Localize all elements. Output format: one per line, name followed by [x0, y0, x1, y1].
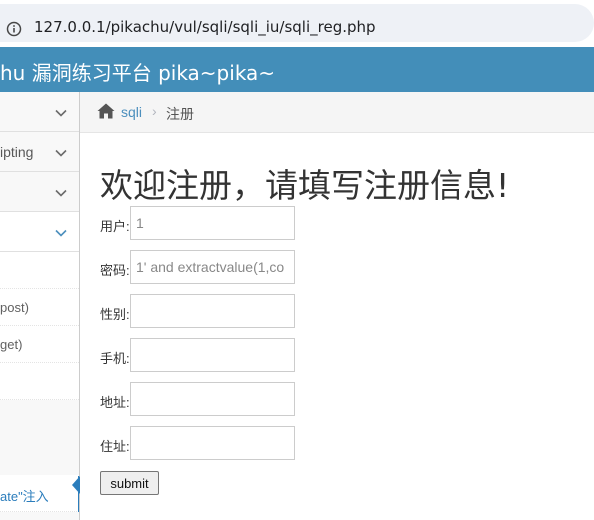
residence-input[interactable] [130, 426, 295, 460]
chevron-down-icon [55, 149, 67, 157]
breadcrumb: sqli › 注册 [80, 92, 594, 133]
chevron-down-icon [55, 229, 67, 237]
sidebar-subitem[interactable] [0, 363, 79, 400]
home-icon[interactable] [97, 103, 115, 119]
sidebar-item-xss[interactable]: ipting [0, 132, 79, 172]
form-row-residence: 住址: [100, 426, 300, 460]
sidebar-subitem-label: get) [0, 337, 23, 352]
form-row-address: 地址: [100, 382, 300, 416]
form-row-username: 用户: [100, 206, 300, 240]
breadcrumb-link-sqli[interactable]: sqli [121, 104, 142, 120]
submit-button[interactable]: submit [100, 471, 159, 495]
sex-input[interactable] [130, 294, 295, 328]
browser-address-bar: 127.0.0.1/pikachu/vul/sqli/sqli_iu/sqli_… [0, 0, 594, 47]
form-row-phone: 手机: [100, 338, 300, 372]
url-field[interactable]: 127.0.0.1/pikachu/vul/sqli/sqli_iu/sqli_… [0, 4, 594, 42]
page-title: 欢迎注册，请填写注册信息! [100, 166, 510, 205]
active-arrow-icon [72, 476, 80, 494]
form-row-password: 密码: [100, 250, 300, 284]
address-label: 地址: [100, 395, 130, 410]
main-content: 欢迎注册，请填写注册信息! 用户: 密码: 性别: 手机: 地址: 住址: su… [80, 133, 594, 520]
info-circle-icon[interactable] [6, 21, 22, 37]
sidebar-subitem[interactable] [0, 252, 79, 289]
sidebar-subitem-insert-update[interactable]: ate"注入 [0, 475, 79, 512]
sidebar: ipting post) get) ate"注入 [0, 92, 80, 520]
username-label: 用户: [100, 219, 130, 234]
sidebar-item-label: ipting [0, 144, 34, 160]
breadcrumb-separator: › [152, 103, 157, 119]
sidebar-subitem-label: ate"注入 [0, 489, 49, 504]
sidebar-subitem-post[interactable]: post) [0, 289, 79, 326]
phone-label: 手机: [100, 351, 130, 366]
sidebar-subitem-get[interactable]: get) [0, 326, 79, 363]
form-row-sex: 性别: [100, 294, 300, 328]
app-title: hu 漏洞练习平台 pika~pika~ [0, 61, 276, 85]
address-input[interactable] [130, 382, 295, 416]
phone-input[interactable] [130, 338, 295, 372]
app-header: hu 漏洞练习平台 pika~pika~ [0, 47, 594, 92]
password-label: 密码: [100, 263, 130, 278]
username-input[interactable] [130, 206, 295, 240]
sex-label: 性别: [100, 307, 130, 322]
sidebar-item-3[interactable] [0, 172, 79, 212]
password-input[interactable] [130, 250, 295, 284]
breadcrumb-current: 注册 [166, 106, 194, 122]
chevron-down-icon [55, 189, 67, 197]
chevron-down-icon [55, 109, 67, 117]
url-text: 127.0.0.1/pikachu/vul/sqli/sqli_iu/sqli_… [34, 18, 376, 36]
sidebar-item-sqli[interactable] [0, 212, 79, 252]
residence-label: 住址: [100, 439, 130, 454]
sidebar-subitem-label: post) [0, 300, 29, 315]
sidebar-item-1[interactable] [0, 92, 79, 132]
